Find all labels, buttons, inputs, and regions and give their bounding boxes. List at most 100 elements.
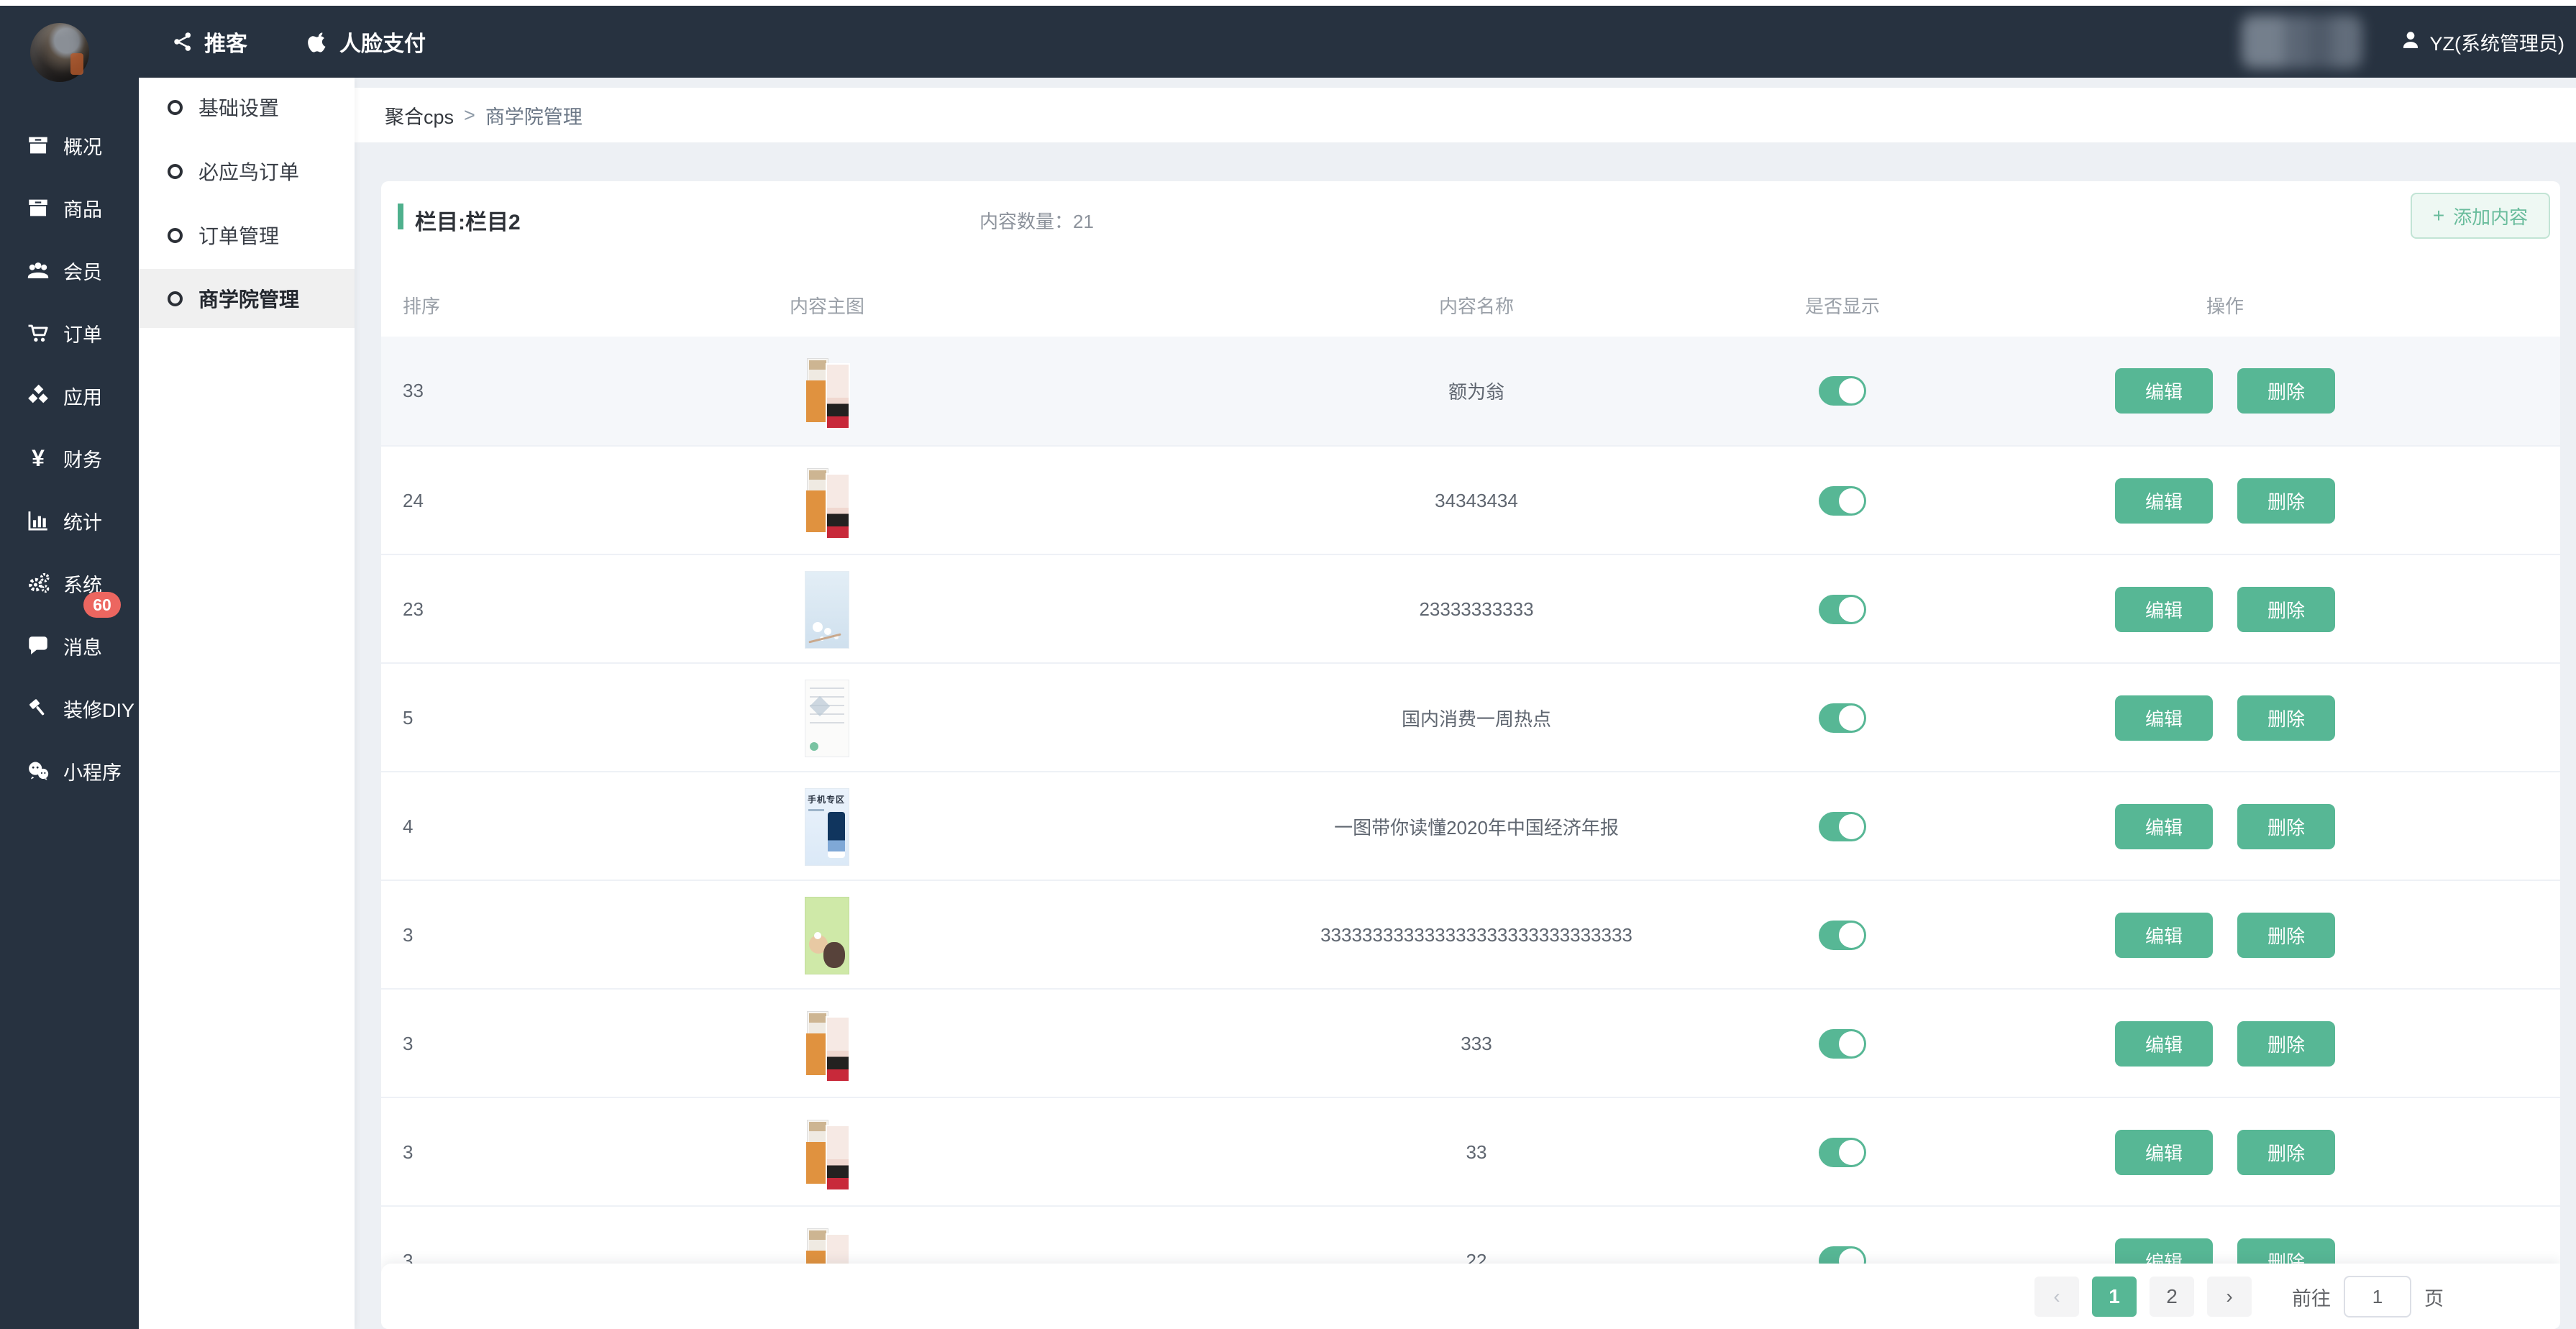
breadcrumb-item-current: 商学院管理 [485,101,583,129]
goto-page-input[interactable] [2344,1276,2411,1317]
miniprogram-wechat-icon [26,759,50,783]
content-thumbnail [805,353,849,429]
thumbnail-cell [683,664,971,772]
members-icon [26,258,50,283]
visibility-toggle[interactable] [1819,921,1866,950]
edit-button[interactable]: 编辑 [2115,695,2213,741]
visibility-toggle[interactable] [1819,1138,1866,1167]
submenu-item-business-school[interactable]: 商学院管理 [139,269,355,328]
visible-cell [1735,337,1950,445]
sidebar-item-stats[interactable]: 统计 [0,495,139,546]
delete-button[interactable]: 删除 [2237,804,2335,849]
breadcrumb-separator: > [464,104,475,127]
topbar-item-label: 人脸支付 [339,26,426,58]
page-button-2[interactable]: 2 [2150,1277,2194,1317]
sidebar-item-miniprogram[interactable]: 小程序 [0,746,139,796]
messages-comment-icon [26,634,50,658]
table-row: 5国内消费一周热点编辑删除 [381,662,2560,771]
table-header: 排序 内容主图 内容名称 是否显示 操作 [381,282,2560,328]
table-row: 3333编辑删除 [381,988,2560,1097]
delete-button[interactable]: 删除 [2237,587,2335,632]
sidebar-item-apps[interactable]: 应用 [0,370,139,421]
edit-button[interactable]: 编辑 [2115,368,2213,414]
overview-box-icon [26,133,50,157]
goto-suffix: 页 [2424,1283,2444,1311]
edit-button[interactable]: 编辑 [2115,913,2213,958]
content-name: 额为翁 [1182,337,1771,445]
prev-page-button[interactable]: ‹ [2034,1277,2079,1317]
goods-box-icon [26,196,50,220]
thumbnail-cell [683,990,971,1098]
content-thumbnail: 手机专区 [805,789,849,865]
breadcrumb: 聚合cps > 商学院管理 [355,88,2576,142]
visible-cell [1735,447,1950,555]
sidebar-item-label: 财务 [63,444,102,472]
actions-cell: 编辑删除 [2096,337,2355,445]
sidebar-item-orders[interactable]: 订单 [0,308,139,358]
edit-button[interactable]: 编辑 [2115,1130,2213,1175]
edit-button[interactable]: 编辑 [2115,804,2213,849]
page-button-1[interactable]: 1 [2092,1277,2137,1317]
sidebar-item-label: 小程序 [63,757,122,785]
sort-value: 23 [403,555,482,664]
delete-button[interactable]: 删除 [2237,695,2335,741]
sidebar-item-goods[interactable]: 商品 [0,183,139,233]
edit-button[interactable]: 编辑 [2115,587,2213,632]
delete-button[interactable]: 删除 [2237,478,2335,524]
table-row: 2323333333333编辑删除 [381,554,2560,662]
avatar[interactable] [30,23,89,82]
delete-button[interactable]: 删除 [2237,913,2335,958]
sidebar-item-finance[interactable]: ¥ 财务 [0,433,139,483]
add-content-button[interactable]: + 添加内容 [2411,193,2550,239]
actions-cell: 编辑删除 [2096,881,2355,990]
sort-value: 3 [403,881,482,990]
content-thumbnail [805,1115,849,1191]
submenu-item-order-management[interactable]: 订单管理 [139,206,355,265]
visible-cell [1735,664,1950,772]
breadcrumb-item-jhcps[interactable]: 聚合cps [385,101,454,129]
redacted-text [2242,15,2362,68]
sidebar-item-messages[interactable]: 60 消息 [0,621,139,671]
visibility-toggle[interactable] [1819,486,1866,516]
current-user[interactable]: YZ(系统管理员) [2400,28,2564,56]
sidebar-item-label: 消息 [63,632,102,660]
topbar: 推客 人脸支付 YZ(系统管理员) [0,6,2576,78]
visibility-toggle[interactable] [1819,1029,1866,1059]
sidebar-item-diy[interactable]: 装修DIY [0,683,139,734]
visibility-toggle[interactable] [1819,376,1866,406]
visibility-toggle[interactable] [1819,812,1866,841]
thumbnail-cell [683,881,971,990]
circle-icon [168,291,183,306]
edit-button[interactable]: 编辑 [2115,1021,2213,1067]
sidebar-item-overview[interactable]: 概况 [0,120,139,170]
thumbnail-cell [683,555,971,664]
delete-button[interactable]: 删除 [2237,1021,2335,1067]
content-thumbnail [805,1006,849,1082]
submenu-item-basic-settings[interactable]: 基础设置 [139,78,355,137]
sidebar-item-label: 装修DIY [63,695,134,723]
pager: ‹ 1 2 › 前往 页 [2034,1276,2444,1317]
plus-icon: + [2433,206,2444,226]
sidebar-item-label: 订单 [63,319,102,347]
topbar-item-tuike[interactable]: 推客 [171,26,247,58]
submenu-item-label: 基础设置 [198,93,279,122]
thumbnail-cell [683,337,971,445]
column-header-sort: 排序 [403,282,482,328]
delete-button[interactable]: 删除 [2237,368,2335,414]
content-thumbnail [805,680,849,757]
sort-value: 4 [403,772,482,881]
visibility-toggle[interactable] [1819,595,1866,624]
content-name: 34343434 [1182,447,1771,555]
actions-cell: 编辑删除 [2096,555,2355,664]
actions-cell: 编辑删除 [2096,990,2355,1098]
edit-button[interactable]: 编辑 [2115,478,2213,524]
submenu-item-bird-orders[interactable]: 必应鸟订单 [139,142,355,201]
delete-button[interactable]: 删除 [2237,1130,2335,1175]
next-page-button[interactable]: › [2207,1277,2252,1317]
visibility-toggle[interactable] [1819,703,1866,733]
table-row: 33额为翁编辑删除 [381,337,2560,445]
sidebar-item-members[interactable]: 会员 [0,245,139,296]
topbar-item-face-pay[interactable]: 人脸支付 [306,26,426,58]
circle-icon [168,100,183,115]
circle-icon [168,228,183,243]
